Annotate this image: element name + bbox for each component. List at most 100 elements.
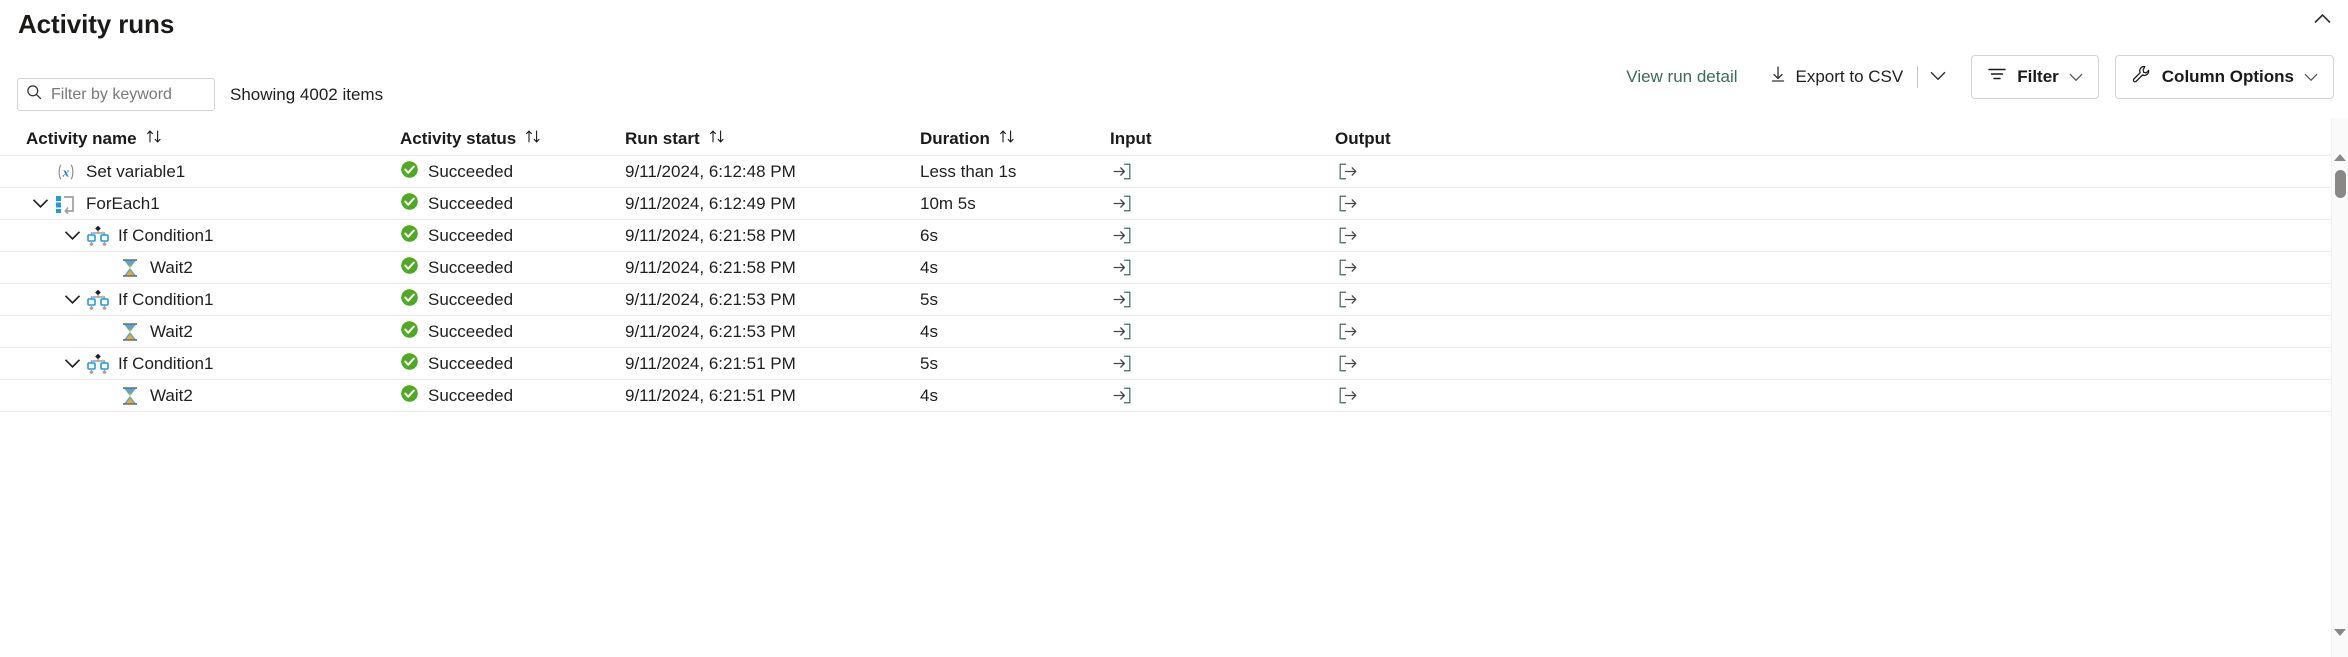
row-expander-toggle[interactable]: [26, 194, 54, 214]
cell-output: [1335, 193, 1565, 215]
page-title: Activity runs: [18, 8, 174, 40]
cell-input: [1110, 193, 1335, 215]
hourglass-icon: [118, 322, 142, 342]
cell-output: [1335, 161, 1565, 183]
table-row[interactable]: xSet variable1Succeeded9/11/2024, 6:12:4…: [0, 156, 2348, 188]
input-icon[interactable]: [1110, 289, 1134, 311]
chevron-up-icon: [2314, 11, 2331, 29]
input-icon[interactable]: [1110, 193, 1134, 215]
column-header-activity-status[interactable]: Activity status: [400, 129, 625, 149]
cell-activity-name[interactable]: Wait2: [0, 258, 400, 278]
cell-output: [1335, 225, 1565, 247]
output-icon[interactable]: [1335, 353, 1359, 375]
table-row[interactable]: Wait2Succeeded9/11/2024, 6:21:58 PM4s: [0, 252, 2348, 284]
output-icon[interactable]: [1335, 193, 1359, 215]
output-icon[interactable]: [1335, 225, 1359, 247]
chevron-down-icon: [2069, 65, 2083, 89]
scroll-down-button[interactable]: [2332, 624, 2348, 641]
search-box[interactable]: [17, 78, 215, 111]
status-badge: Succeeded: [428, 386, 513, 406]
cell-activity-name[interactable]: If Condition1: [0, 354, 400, 374]
row-expander-toggle[interactable]: [58, 226, 86, 246]
cell-activity-name[interactable]: x Set variable1: [0, 162, 400, 182]
foreach-icon: [54, 194, 78, 214]
output-icon[interactable]: [1335, 321, 1359, 343]
cell-run-start: 9/11/2024, 6:21:58 PM: [625, 258, 920, 278]
table-row[interactable]: Wait2Succeeded9/11/2024, 6:21:53 PM4s: [0, 316, 2348, 348]
chevron-down-icon: [32, 194, 49, 214]
input-icon[interactable]: [1110, 161, 1134, 183]
column-options-button[interactable]: Column Options: [2115, 55, 2334, 99]
check-circle-icon: [400, 160, 419, 184]
cell-output: [1335, 257, 1565, 279]
table-header-row: Activity name Activity status: [0, 118, 2348, 156]
cell-activity-status: Succeeded: [400, 192, 625, 216]
chevron-down-icon: [1930, 68, 1946, 86]
scrollbar-thumb[interactable]: [2335, 170, 2346, 198]
column-header-input[interactable]: Input: [1110, 129, 1335, 149]
cell-input: [1110, 257, 1335, 279]
table-row[interactable]: If Condition1Succeeded9/11/2024, 6:21:58…: [0, 220, 2348, 252]
export-to-csv-split-button: Export to CSV: [1758, 58, 1956, 96]
chevron-down-icon: [2304, 65, 2318, 89]
search-input[interactable]: [51, 85, 206, 105]
cell-duration: 4s: [920, 322, 1110, 342]
cell-input: [1110, 385, 1335, 407]
cell-activity-name[interactable]: If Condition1: [0, 290, 400, 310]
export-to-csv-button[interactable]: Export to CSV: [1758, 58, 1915, 96]
check-circle-icon: [400, 352, 419, 376]
export-to-csv-caret-button[interactable]: [1921, 60, 1955, 94]
column-header-duration[interactable]: Duration: [920, 129, 1110, 149]
filter-button[interactable]: Filter: [1971, 55, 2099, 99]
vertical-scrollbar[interactable]: [2331, 118, 2348, 657]
check-circle-icon: [400, 384, 419, 408]
row-expander-toggle[interactable]: [58, 354, 86, 374]
set-variable-icon: x: [54, 162, 78, 182]
column-header-activity-name[interactable]: Activity name: [0, 129, 400, 149]
activity-name-label: Set variable1: [86, 162, 185, 182]
table-row[interactable]: If Condition1Succeeded9/11/2024, 6:21:53…: [0, 284, 2348, 316]
check-circle-icon: [400, 288, 419, 312]
table-body: xSet variable1Succeeded9/11/2024, 6:12:4…: [0, 156, 2348, 412]
collapse-panel-button[interactable]: [2304, 6, 2340, 34]
search-icon: [26, 84, 42, 105]
output-icon[interactable]: [1335, 385, 1359, 407]
column-header-run-start[interactable]: Run start: [625, 129, 920, 149]
sort-updown-icon: [525, 129, 541, 149]
cell-activity-status: Succeeded: [400, 352, 625, 376]
view-run-detail-link[interactable]: View run detail: [1614, 67, 1749, 87]
input-icon[interactable]: [1110, 225, 1134, 247]
check-circle-icon: [400, 320, 419, 344]
triangle-up-icon: [2334, 154, 2346, 161]
output-icon[interactable]: [1335, 289, 1359, 311]
column-header-output[interactable]: Output: [1335, 129, 1565, 149]
column-options-label: Column Options: [2162, 65, 2294, 89]
table-row[interactable]: If Condition1Succeeded9/11/2024, 6:21:51…: [0, 348, 2348, 380]
cell-duration: Less than 1s: [920, 162, 1110, 182]
check-circle-icon: [400, 192, 419, 216]
cell-input: [1110, 225, 1335, 247]
if-condition-icon: [86, 226, 110, 246]
input-icon[interactable]: [1110, 257, 1134, 279]
table-row[interactable]: ForEach1Succeeded9/11/2024, 6:12:49 PM10…: [0, 188, 2348, 220]
table-row[interactable]: Wait2Succeeded9/11/2024, 6:21:51 PM4s: [0, 380, 2348, 412]
cell-activity-name[interactable]: Wait2: [0, 386, 400, 406]
status-badge: Succeeded: [428, 194, 513, 214]
output-icon[interactable]: [1335, 257, 1359, 279]
input-icon[interactable]: [1110, 353, 1134, 375]
output-icon[interactable]: [1335, 161, 1359, 183]
cell-input: [1110, 353, 1335, 375]
row-expander-toggle[interactable]: [58, 290, 86, 310]
cell-activity-name[interactable]: Wait2: [0, 322, 400, 342]
sort-updown-icon: [146, 129, 162, 149]
cell-activity-name[interactable]: If Condition1: [0, 226, 400, 246]
cell-activity-name[interactable]: ForEach1: [0, 194, 400, 214]
hourglass-icon: [118, 386, 142, 406]
chevron-down-icon: [64, 354, 81, 374]
scroll-up-button[interactable]: [2332, 149, 2348, 166]
input-icon[interactable]: [1110, 321, 1134, 343]
cell-input: [1110, 321, 1335, 343]
activity-name-label: Wait2: [150, 322, 193, 342]
column-header-label: Output: [1335, 129, 1391, 149]
input-icon[interactable]: [1110, 385, 1134, 407]
